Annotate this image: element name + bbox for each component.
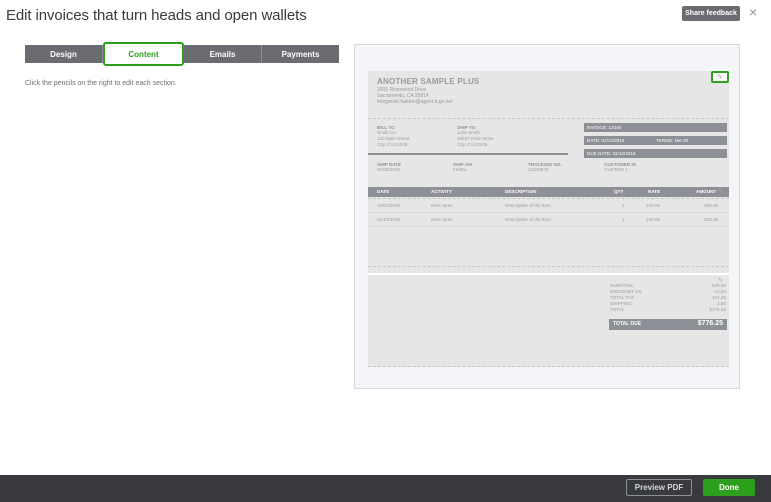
cell-amount: 225.00 [704,217,719,222]
col-activity: ACTIVITY [431,189,452,194]
cell-amount: 450.00 [704,203,719,208]
edit-header-pencil-icon[interactable]: ✎ [711,71,729,83]
cell-description: Description of the item [505,203,551,208]
company-name: ANOTHER SAMPLE PLUS [377,77,480,86]
line-items-section[interactable]: DATE ACTIVITY DESCRIPTION QTY RATE AMOUN… [368,185,729,267]
cell-activity: Item name [431,203,453,208]
invoice-date-row: DATE: 01/12/2016 TERMS: Net 30 [584,136,727,145]
page-title: Edit invoices that turn heads and open w… [6,7,307,24]
cell-rate: 225.00 [646,203,661,208]
shipping-row: SHIPPING 3.50 [610,301,726,306]
invoice-terms: TERMS: Net 30 [656,138,689,143]
table-row: 12/01/2016 Item name Description of the … [368,201,729,213]
cell-qty: 1 [622,217,625,222]
invoice-paper: ANOTHER SAMPLE PLUS 3005 Riverwood Drive… [368,71,729,367]
company-email: fritzgerald.fuddan@agent.b.gs.net [377,99,453,105]
table-row: 01/12/2016 Item name Description of the … [368,215,729,227]
tab-design[interactable]: Design [25,45,103,63]
share-feedback-button[interactable]: Share feedback [682,6,740,21]
totals-section[interactable]: ✎ SUBTOTAL 675.00 DISCOUNT 2% -13.50 TOTAL… [368,273,729,367]
cell-description: Description of the item [505,217,551,222]
cell-activity: Item name [431,217,453,222]
table-header: DATE ACTIVITY DESCRIPTION QTY RATE AMOUN… [368,187,729,197]
ship-date-value: 01/03/2016 [377,167,400,172]
done-button[interactable]: Done [703,479,755,496]
cell-rate: 225.00 [646,217,661,222]
tab-emails[interactable]: Emails [184,45,262,63]
ship-to-line: City, CA 12345 [457,142,488,147]
total-due-bar: TOTAL DUE $776.25 [609,319,727,330]
footer-bar: Preview PDF Done [0,475,771,502]
invoice-due-date: DUE DATE: 02/12/2016 [584,149,727,158]
invoice-preview: ANOTHER SAMPLE PLUS 3005 Riverwood Drive… [354,44,740,389]
col-rate: RATE [648,189,661,194]
ship-via-value: FedEx [453,167,467,172]
tracking-value: 12345678 [528,167,549,172]
cell-date: 01/12/2016 [377,217,400,222]
header-section[interactable]: ANOTHER SAMPLE PLUS 3005 Riverwood Drive… [368,71,729,119]
cell-date: 12/01/2016 [377,203,400,208]
invoice-date: DATE: 01/12/2016 [587,138,625,143]
cell-qty: 2 [622,203,625,208]
col-description: DESCRIPTION [505,189,537,194]
close-icon[interactable]: × [749,5,757,19]
total-row: TOTAL $776.25 [610,307,726,312]
invoice-number: INVOICE: 12345 [584,123,727,132]
pencil-icon[interactable]: ✎ [718,188,723,195]
total-due-value: $776.25 [697,320,723,327]
discount-row: DISCOUNT 2% -13.50 [610,289,726,294]
tax-row: TOTAL TAX 101.25 [610,295,726,300]
tab-bar: Design Content Emails Payments [25,42,339,66]
preview-pdf-button[interactable]: Preview PDF [626,479,692,496]
total-due-label: TOTAL DUE [613,321,642,327]
bill-to-line: City, CA 12345 [377,142,408,147]
divider [368,153,568,155]
customer-id-value: CUSTOM 1 [604,167,628,172]
customize-invoice-modal: Edit invoices that turn heads and open w… [0,0,771,475]
subtotal-row: SUBTOTAL 675.00 [610,283,726,288]
tab-content[interactable]: Content [103,42,184,66]
tab-payments[interactable]: Payments [262,45,339,63]
col-qty: QTY [614,189,624,194]
col-amount: AMOUNT [696,189,717,194]
edit-hint: Click the pencils on the right to edit e… [25,80,177,87]
col-date: DATE [377,189,390,194]
